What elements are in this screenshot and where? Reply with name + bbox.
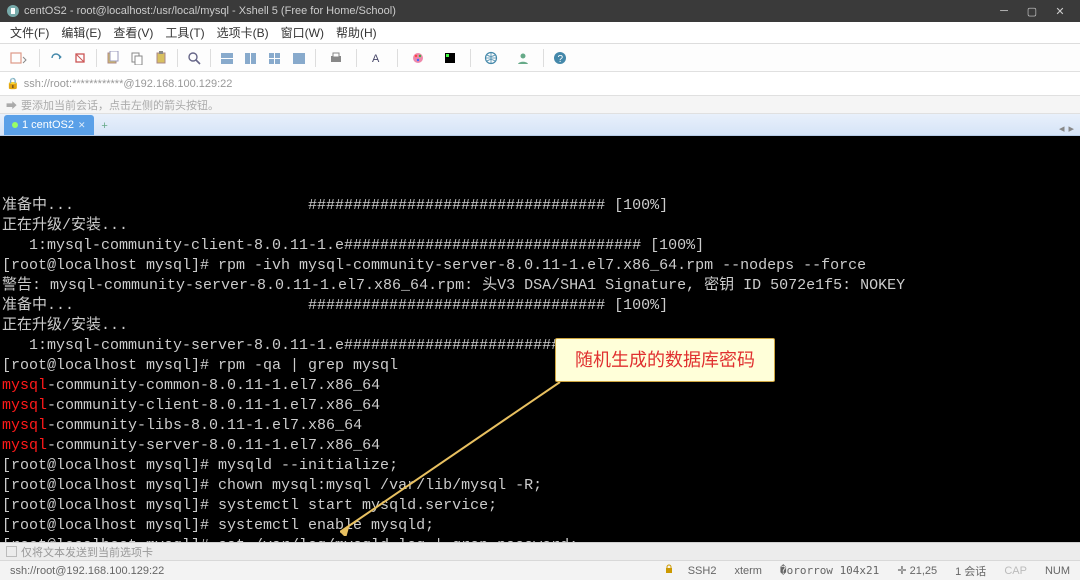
terminal-line: mysql-community-libs-8.0.11-1.el7.x86_64 xyxy=(2,416,1078,436)
annotation-callout: 随机生成的数据库密码 xyxy=(555,338,775,382)
hint-text: 要添加当前会话，点击左侧的箭头按钮。 xyxy=(21,97,219,113)
terminal-line: 正在升级/安装... xyxy=(2,216,1078,236)
menu-bar: 文件(F) 编辑(E) 查看(V) 工具(T) 选项卡(B) 窗口(W) 帮助(… xyxy=(0,22,1080,44)
toolbar-separator xyxy=(39,49,40,67)
terminal-line: 1:mysql-community-client-8.0.11-1.e#####… xyxy=(2,236,1078,256)
menu-view[interactable]: 查看(V) xyxy=(107,22,159,43)
status-bar: ssh://root@192.168.100.129:22 SSH2 xterm… xyxy=(0,560,1080,580)
maximize-button[interactable]: ▢ xyxy=(1018,1,1046,21)
address-bar[interactable]: 🔒 ssh://root:************@192.168.100.12… xyxy=(0,72,1080,96)
terminal-line: 警告: mysql-community-server-8.0.11-1.el7.… xyxy=(2,276,1078,296)
status-ssh: SSH2 xyxy=(684,565,721,577)
terminal-line: [root@localhost mysql]# mysqld --initial… xyxy=(2,456,1078,476)
layout-single-button[interactable] xyxy=(288,47,310,69)
properties-button[interactable] xyxy=(102,47,124,69)
window-titlebar: centOS2 - root@localhost:/usr/local/mysq… xyxy=(0,0,1080,22)
compose-bar: 仅将文本发送到当前选项卡 xyxy=(0,542,1080,560)
menu-help[interactable]: 帮助(H) xyxy=(330,22,383,43)
status-term: xterm xyxy=(730,565,766,577)
toolbar-separator xyxy=(96,49,97,67)
callout-text: 随机生成的数据库密码 xyxy=(575,350,755,370)
terminal-line: [root@localhost mysql]# cat /var/log/mys… xyxy=(2,536,1078,542)
user-button[interactable] xyxy=(508,47,538,69)
status-cursor: ✛ 21,25 xyxy=(893,564,941,577)
tab-close-icon[interactable]: ✕ xyxy=(78,120,86,131)
tab-status-dot xyxy=(12,122,18,128)
new-session-button[interactable] xyxy=(4,47,34,69)
hint-bar: ⮕ 要添加当前会话，点击左侧的箭头按钮。 xyxy=(0,96,1080,114)
toolbar-separator xyxy=(470,49,471,67)
reconnect-button[interactable] xyxy=(45,47,67,69)
toolbar-separator xyxy=(177,49,178,67)
menu-file[interactable]: 文件(F) xyxy=(4,22,55,43)
terminal-line: 1:mysql-community-server-8.0.11-1.e#####… xyxy=(2,336,1078,356)
find-button[interactable] xyxy=(183,47,205,69)
minimize-button[interactable]: ─ xyxy=(990,1,1018,21)
terminal-line: 准备中... #################################… xyxy=(2,296,1078,316)
svg-text:A: A xyxy=(372,53,380,65)
hint-arrow-icon[interactable]: ⮕ xyxy=(6,97,17,113)
tab-label: 1 centOS2 xyxy=(22,119,74,131)
svg-text:?: ? xyxy=(558,54,564,65)
terminal-line: 正在升级/安装... xyxy=(2,316,1078,336)
lock-icon: 🔒 xyxy=(6,77,20,90)
tabstrip-prev-icon[interactable]: ◂ xyxy=(1059,122,1065,135)
toolbar: A ? xyxy=(0,44,1080,72)
status-size: �ororrow 104x21 xyxy=(776,564,883,577)
layout-h-button[interactable] xyxy=(216,47,238,69)
window-title: centOS2 - root@localhost:/usr/local/mysq… xyxy=(24,5,396,17)
menu-tools[interactable]: 工具(T) xyxy=(159,22,210,43)
menu-tabs[interactable]: 选项卡(B) xyxy=(211,22,275,43)
terminal-line: 准备中... #################################… xyxy=(2,196,1078,216)
close-button[interactable]: ✕ xyxy=(1046,1,1074,21)
terminal-line: [root@localhost mysql]# rpm -qa | grep m… xyxy=(2,356,1078,376)
layout-v-button[interactable] xyxy=(240,47,262,69)
encoding-button[interactable] xyxy=(476,47,506,69)
toolbar-separator xyxy=(397,49,398,67)
terminal-line: mysql-community-client-8.0.11-1.el7.x86_… xyxy=(2,396,1078,416)
terminal-pane[interactable]: 随机生成的数据库密码 准备中... ######################… xyxy=(0,136,1080,542)
layout-grid-button[interactable] xyxy=(264,47,286,69)
paste-button[interactable] xyxy=(150,47,172,69)
terminal-line: [root@localhost mysql]# systemctl enable… xyxy=(2,516,1078,536)
terminal-line: [root@localhost mysql]# rpm -ivh mysql-c… xyxy=(2,256,1078,276)
app-icon xyxy=(6,4,20,18)
print-button[interactable] xyxy=(321,47,351,69)
palette2-button[interactable] xyxy=(435,47,465,69)
tab-strip: 1 centOS2 ✕ + ◂ ▸ xyxy=(0,114,1080,136)
palette-button[interactable] xyxy=(403,47,433,69)
terminal-line: [root@localhost mysql]# chown mysql:mysq… xyxy=(2,476,1078,496)
address-text: ssh://root:************@192.168.100.129:… xyxy=(24,78,233,90)
status-cap: CAP xyxy=(1000,565,1031,577)
disconnect-button[interactable] xyxy=(69,47,91,69)
compose-text: 仅将文本发送到当前选项卡 xyxy=(21,544,153,560)
status-num: NUM xyxy=(1041,565,1074,577)
compose-checkbox[interactable] xyxy=(6,546,17,557)
terminal-line: mysql-community-server-8.0.11-1.el7.x86_… xyxy=(2,436,1078,456)
copy-button[interactable] xyxy=(126,47,148,69)
status-lock-icon xyxy=(664,564,674,577)
toolbar-separator xyxy=(356,49,357,67)
window-controls: ─ ▢ ✕ xyxy=(990,1,1074,21)
tab-add-button[interactable]: + xyxy=(96,117,114,135)
terminal-line: [root@localhost mysql]# systemctl start … xyxy=(2,496,1078,516)
tab-strip-right: ◂ ▸ xyxy=(1059,122,1080,135)
font-button[interactable]: A xyxy=(362,47,392,69)
menu-edit[interactable]: 编辑(E) xyxy=(55,22,107,43)
tabstrip-next-icon[interactable]: ▸ xyxy=(1068,122,1074,135)
toolbar-separator xyxy=(210,49,211,67)
menu-window[interactable]: 窗口(W) xyxy=(275,22,330,43)
toolbar-separator xyxy=(543,49,544,67)
status-connection: ssh://root@192.168.100.129:22 xyxy=(6,565,168,577)
toolbar-separator xyxy=(315,49,316,67)
help-button[interactable]: ? xyxy=(549,47,571,69)
status-sessions: 1 会话 xyxy=(951,563,990,579)
session-tab[interactable]: 1 centOS2 ✕ xyxy=(4,115,94,135)
terminal-line: mysql-community-common-8.0.11-1.el7.x86_… xyxy=(2,376,1078,396)
